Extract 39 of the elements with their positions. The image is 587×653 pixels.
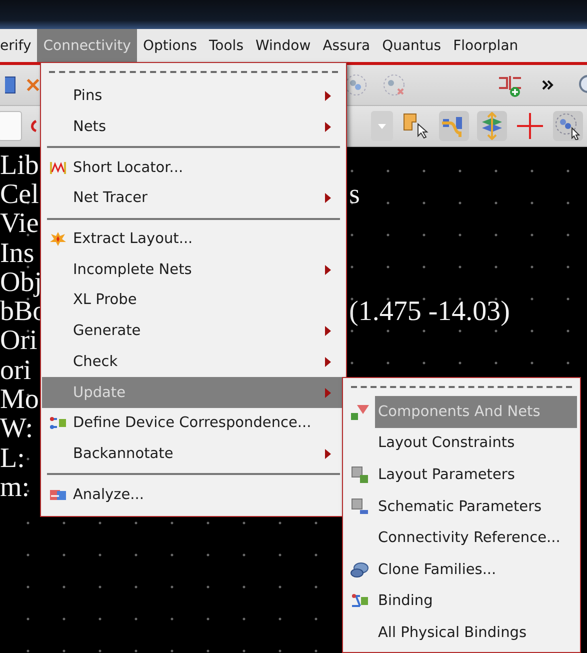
menu[interactable]: erify (0, 29, 38, 62)
info-text: Cel (0, 180, 39, 209)
menu-item[interactable]: Define Device Correspondence... (42, 408, 345, 439)
menu-item[interactable]: Layout Constraints (344, 428, 579, 460)
menu-item[interactable]: Check (42, 346, 345, 378)
info-text: Obj (0, 268, 42, 297)
menu-item[interactable]: Short Locator... (42, 152, 345, 184)
info-text: L: (0, 444, 25, 473)
menu[interactable]: Tools (203, 29, 250, 62)
menu[interactable]: Assura (316, 29, 376, 62)
menu-item[interactable]: Incomplete Nets (42, 254, 345, 286)
menu[interactable]: Quantus (376, 29, 448, 62)
menu-item[interactable]: Extract Layout... (42, 224, 345, 254)
info-text: Vie (0, 210, 39, 238)
menu[interactable]: Window (250, 29, 317, 62)
menu-item[interactable]: Generate (42, 316, 345, 346)
menu-item[interactable]: Layout Parameters (344, 459, 579, 491)
info-text: Mo (0, 386, 39, 414)
menu-item[interactable]: Binding (344, 586, 579, 618)
menu-item[interactable]: Backannotate (42, 438, 345, 470)
menu-item[interactable]: Clone Families... (344, 554, 579, 586)
info-text: (1.475 -14.03) (349, 298, 510, 326)
info-text: Lib (0, 152, 39, 180)
menu-item[interactable]: Schematic Parameters (344, 490, 579, 522)
menu-item[interactable]: Pins (42, 81, 345, 112)
info-text: Ori (0, 327, 38, 356)
menu-item[interactable]: Nets (42, 112, 345, 142)
info-text: ori (0, 356, 32, 385)
menu[interactable]: Options (136, 29, 203, 62)
menu[interactable]: Floorplan (447, 29, 524, 62)
menu-item[interactable]: XL Probe (42, 285, 345, 316)
menu-item[interactable]: All Physical Bindings (344, 617, 579, 649)
info-text: Ins (0, 240, 34, 268)
menu-item[interactable]: Analyze... (42, 479, 345, 510)
info-text: s (349, 180, 360, 209)
info-text: W: (0, 415, 34, 444)
menu-item[interactable]: Net Tracer (42, 183, 345, 214)
info-text: m: (0, 474, 30, 502)
menu-item[interactable]: Connectivity Reference... (344, 522, 579, 554)
